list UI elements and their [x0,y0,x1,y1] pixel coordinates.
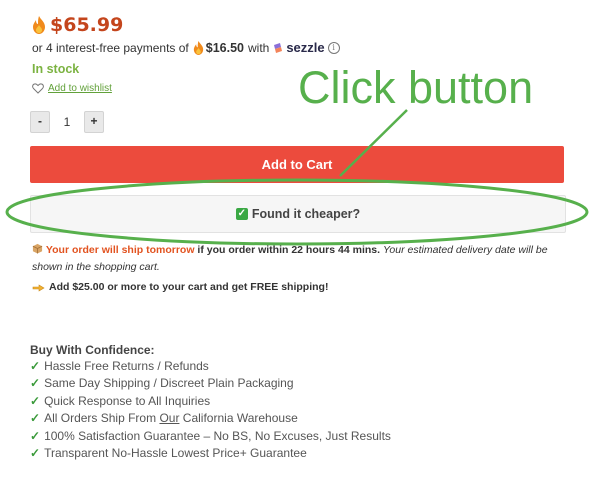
annotation-ellipse [5,178,589,246]
annotation-label: Click button [298,62,534,113]
annotation-arrow-line [339,109,408,177]
